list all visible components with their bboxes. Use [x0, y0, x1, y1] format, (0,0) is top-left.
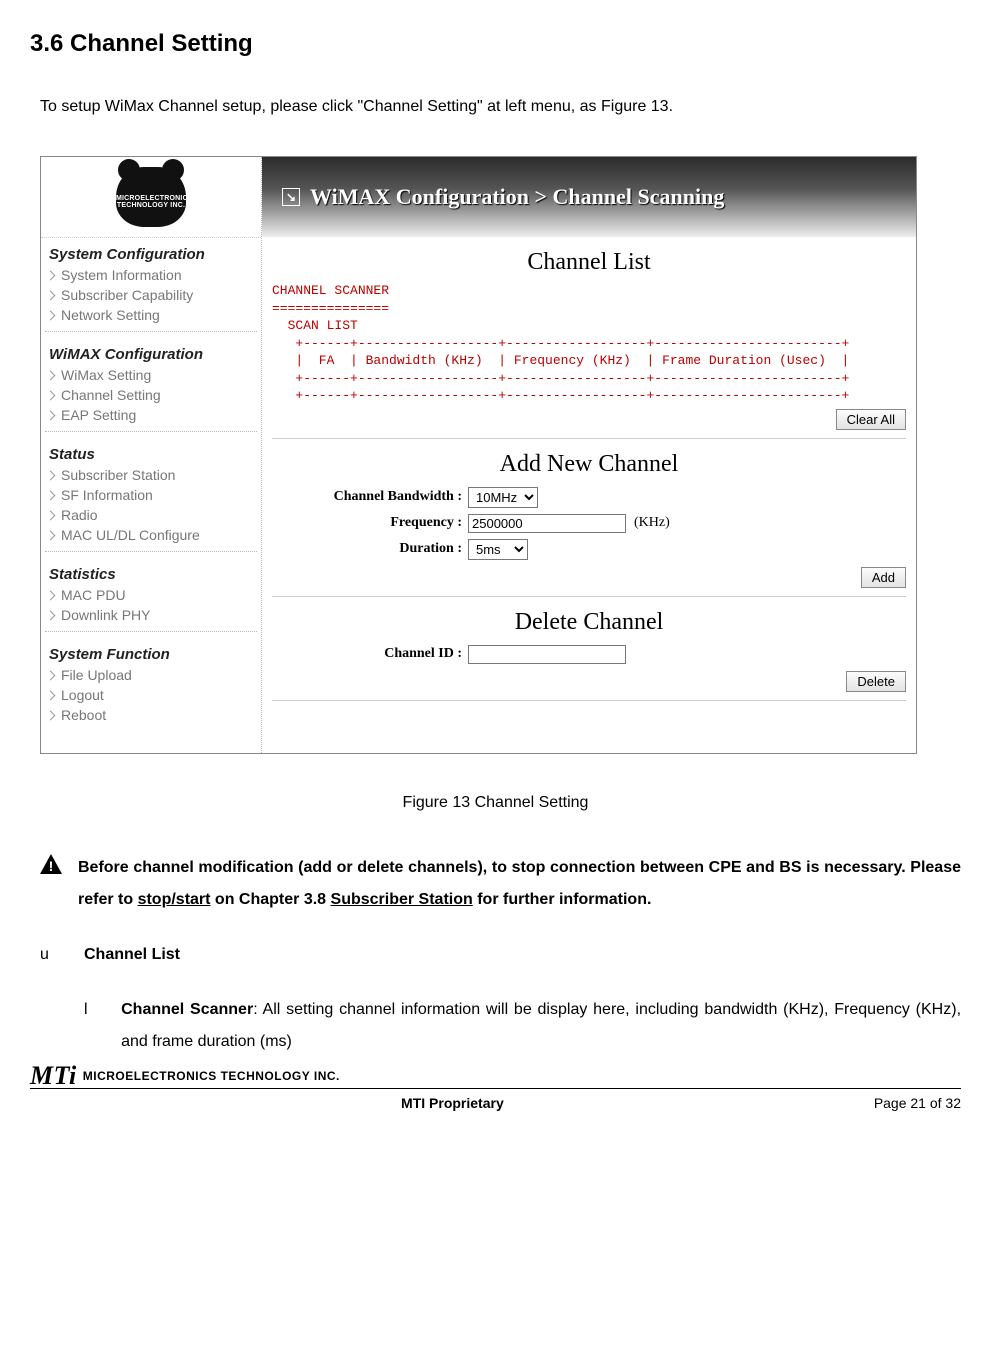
- sidebar-item-network-setting[interactable]: Network Setting: [41, 305, 261, 325]
- add-button[interactable]: Add: [861, 567, 906, 588]
- sidebar-item-sf-information[interactable]: SF Information: [41, 485, 261, 505]
- sidebar-item-subscriber-station[interactable]: Subscriber Station: [41, 465, 261, 485]
- frequency-unit: (KHz): [634, 515, 670, 531]
- sidebar-item-logout[interactable]: Logout: [41, 685, 261, 705]
- sidebar-item-mac-pdu[interactable]: MAC PDU: [41, 585, 261, 605]
- bandwidth-label: Channel Bandwidth :: [272, 489, 468, 505]
- channel-id-label: Channel ID :: [272, 646, 468, 662]
- banner-title: WiMAX Configuration > Channel Scanning: [310, 184, 724, 210]
- intro-paragraph: To setup WiMax Channel setup, please cli…: [40, 98, 961, 116]
- duration-select[interactable]: 5ms: [468, 539, 528, 560]
- side-section-title-system-function: System Function: [41, 638, 261, 665]
- footer-logo: MTi MICROELECTRONICS TECHNOLOGY INC.: [30, 1061, 340, 1091]
- delete-channel-title: Delete Channel: [262, 609, 916, 636]
- sidebar: MICROELECTRONICS TECHNOLOGY INC. System …: [41, 157, 262, 753]
- sidebar-item-channel-setting[interactable]: Channel Setting: [41, 385, 261, 405]
- mti-logo-icon: MICROELECTRONICS TECHNOLOGY INC.: [116, 167, 186, 227]
- duration-label: Duration :: [272, 541, 468, 557]
- warning-block: ! Before channel modification (add or de…: [40, 852, 961, 916]
- figure-caption: Figure 13 Channel Setting: [30, 794, 961, 812]
- clear-all-button[interactable]: Clear All: [836, 409, 906, 430]
- warning-icon: !: [40, 854, 62, 916]
- logo-text: MICROELECTRONICS TECHNOLOGY INC.: [116, 195, 186, 209]
- side-section-title-system-config: System Configuration: [41, 238, 261, 265]
- footer-page-number: Page 21 of 32: [874, 1091, 961, 1111]
- channel-scanner-table: CHANNEL SCANNER =============== SCAN LIS…: [262, 282, 916, 405]
- bullet-l-text: Channel Scanner: All setting channel inf…: [121, 994, 961, 1058]
- link-subscriber-station: Subscriber Station: [331, 891, 473, 908]
- sidebar-item-subscriber-capability[interactable]: Subscriber Capability: [41, 285, 261, 305]
- page-banner: ↘ WiMAX Configuration > Channel Scanning: [262, 157, 916, 237]
- side-section-title-status: Status: [41, 438, 261, 465]
- svg-text:!: !: [49, 858, 54, 874]
- sidebar-item-downlink-phy[interactable]: Downlink PHY: [41, 605, 261, 625]
- side-section-title-wimax-config: WiMAX Configuration: [41, 338, 261, 365]
- sidebar-item-wimax-setting[interactable]: WiMax Setting: [41, 365, 261, 385]
- channel-list-title: Channel List: [262, 249, 916, 276]
- sidebar-item-system-information[interactable]: System Information: [41, 265, 261, 285]
- sidebar-item-reboot[interactable]: Reboot: [41, 705, 261, 725]
- bullet-u-marker: u: [40, 946, 84, 964]
- sidebar-item-radio[interactable]: Radio: [41, 505, 261, 525]
- bullet-l-marker: l: [84, 994, 121, 1058]
- sidebar-item-mac-ul-dl[interactable]: MAC UL/DL Configure: [41, 525, 261, 545]
- side-section-title-statistics: Statistics: [41, 558, 261, 585]
- logo-box: MICROELECTRONICS TECHNOLOGY INC.: [41, 157, 261, 238]
- warning-text: Before channel modification (add or dele…: [78, 852, 961, 916]
- banner-icon: ↘: [282, 188, 300, 206]
- bullet-channel-list: u Channel List: [40, 946, 961, 964]
- add-channel-title: Add New Channel: [262, 451, 916, 478]
- frequency-label: Frequency :: [272, 515, 468, 531]
- sidebar-item-eap-setting[interactable]: EAP Setting: [41, 405, 261, 425]
- content-pane: ↘ WiMAX Configuration > Channel Scanning…: [262, 157, 916, 753]
- delete-button[interactable]: Delete: [846, 671, 906, 692]
- bullet-channel-scanner: l Channel Scanner: All setting channel i…: [84, 994, 961, 1058]
- footer-center: MTI Proprietary: [31, 1091, 874, 1111]
- page-footer: MTi MICROELECTRONICS TECHNOLOGY INC. MTI…: [30, 1088, 961, 1111]
- figure-screenshot: MICROELECTRONICS TECHNOLOGY INC. System …: [40, 156, 917, 754]
- link-stop-start: stop/start: [138, 891, 211, 908]
- frequency-input[interactable]: [468, 514, 626, 533]
- sidebar-item-file-upload[interactable]: File Upload: [41, 665, 261, 685]
- bandwidth-select[interactable]: 10MHz: [468, 487, 538, 508]
- bullet-u-text: Channel List: [84, 946, 180, 964]
- section-heading: 3.6 Channel Setting: [30, 30, 961, 58]
- channel-id-input[interactable]: [468, 645, 626, 664]
